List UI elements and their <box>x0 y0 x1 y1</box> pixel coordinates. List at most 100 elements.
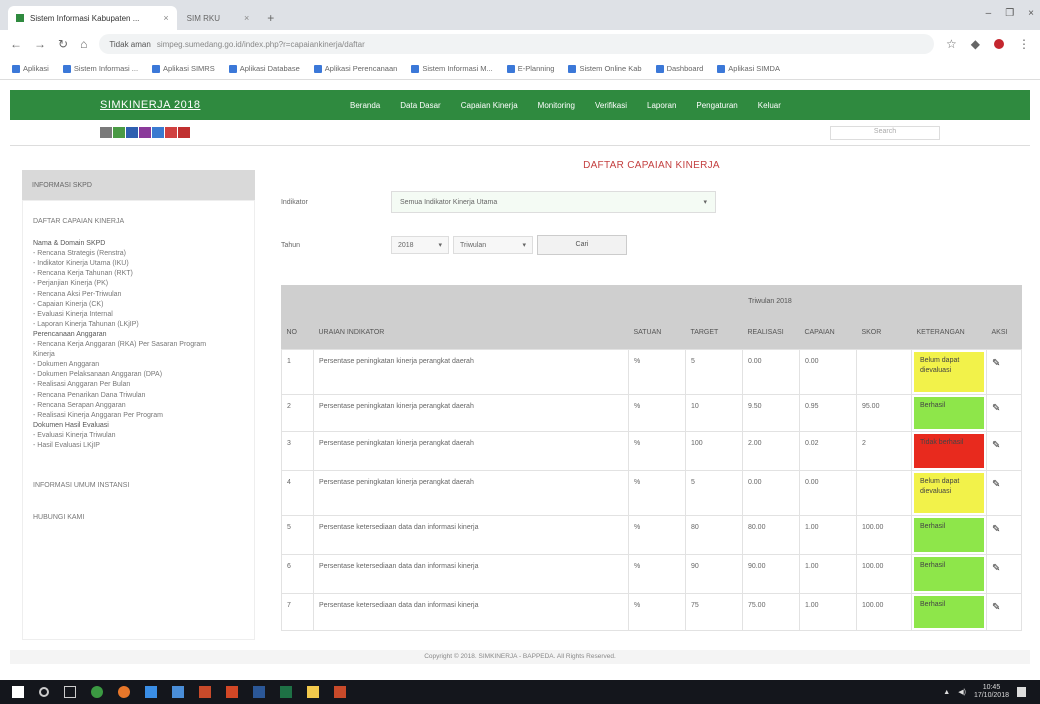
color-swatch-2[interactable] <box>113 127 125 138</box>
menu-item-data-dasar[interactable]: Data Dasar <box>400 101 440 110</box>
bookmark-item[interactable]: Dashboard <box>655 64 703 73</box>
app-icon[interactable] <box>334 686 346 698</box>
task-view-icon[interactable] <box>64 686 76 698</box>
sidebar-link[interactable]: - Rencana Kerja Tahunan (RKT) <box>33 269 244 279</box>
address-bar[interactable]: Tidak aman simpeg.sumedang.go.id/index.p… <box>99 34 934 54</box>
color-swatch-1[interactable] <box>100 127 112 138</box>
search-input[interactable]: Search <box>830 125 940 140</box>
clock[interactable]: 10:45 17/10/2018 <box>974 684 1009 700</box>
color-swatch-6[interactable] <box>165 127 177 138</box>
edit-pencil-icon[interactable]: ✎ <box>992 563 1000 574</box>
edit-pencil-icon[interactable]: ✎ <box>992 602 1000 613</box>
sidebar-link[interactable]: - Realisasi Kinerja Anggaran Per Program <box>33 411 244 421</box>
menu-item-keluar[interactable]: Keluar <box>758 101 781 110</box>
minimize-icon[interactable]: – <box>986 8 992 19</box>
maximize-icon[interactable]: ❐ <box>1005 8 1014 19</box>
app-icon[interactable] <box>199 686 211 698</box>
bookmark-item[interactable]: Aplikasi SIMRS <box>152 64 215 73</box>
back-icon[interactable]: ← <box>10 37 22 51</box>
edit-pencil-icon[interactable]: ✎ <box>992 358 1000 369</box>
menu-item-pengaturan[interactable]: Pengaturan <box>696 101 737 110</box>
sidebar-link[interactable]: - Evaluasi Kinerja Internal <box>33 310 244 320</box>
sidebar-link[interactable]: - Dokumen Anggaran <box>33 360 244 370</box>
sidebar-link[interactable]: - Rencana Penarikan Dana Triwulan <box>33 391 244 401</box>
sidebar-link[interactable]: - Indikator Kinerja Utama (IKU) <box>33 259 244 269</box>
cell-target: 10 <box>684 393 743 432</box>
menu-item-laporan[interactable]: Laporan <box>647 101 676 110</box>
table-row: 1 Persentase peningkatan kinerja perangka… <box>280 348 1022 395</box>
indikator-select[interactable]: Semua Indikator Kinerja Utama ▾ <box>390 191 716 213</box>
site-brand[interactable]: SIMKINERJA 2018 <box>100 99 350 111</box>
menu-item-monitoring[interactable]: Monitoring <box>538 101 575 110</box>
sidebar-link[interactable]: - Perjanjian Kinerja (PK) <box>33 279 244 289</box>
bookmark-item[interactable]: Aplikasi SIMDA <box>717 64 780 73</box>
sidebar-link[interactable]: - Realisasi Anggaran Per Bulan <box>33 380 244 390</box>
sidebar-link[interactable]: - Hasil Evaluasi LKjIP <box>33 441 244 451</box>
powerpoint-icon[interactable] <box>226 686 238 698</box>
chevron-down-icon: ▾ <box>703 199 707 206</box>
close-window-icon[interactable]: × <box>1028 8 1034 19</box>
search-button[interactable]: Cari <box>536 235 627 255</box>
home-icon[interactable]: ⌂ <box>80 37 87 51</box>
sidebar-link[interactable]: - Dokumen Pelaksanaan Anggaran (DPA) <box>33 370 244 380</box>
color-swatch-7[interactable] <box>178 127 190 138</box>
reload-icon[interactable]: ↻ <box>58 37 68 51</box>
edit-pencil-icon[interactable]: ✎ <box>992 440 1000 451</box>
tab-close-icon[interactable]: × <box>244 13 249 23</box>
period-select[interactable]: Triwulan ▾ <box>452 236 533 254</box>
notification-icon[interactable] <box>1017 687 1026 697</box>
extension-icon[interactable]: ◆ <box>971 37 980 51</box>
tab-close-icon[interactable]: × <box>163 13 168 23</box>
menu-item-capaian-kinerja[interactable]: Capaian Kinerja <box>461 101 518 110</box>
volume-icon[interactable]: ◀) <box>958 688 966 696</box>
edit-pencil-icon[interactable]: ✎ <box>992 524 1000 535</box>
network-icon[interactable]: ▲ <box>943 689 950 696</box>
sidebar-link[interactable]: - Rencana Strategis (Renstra) <box>33 249 244 259</box>
sidebar-link[interactable]: - Rencana Aksi Per-Triwulan <box>33 290 244 300</box>
table-header: KETERANGAN <box>911 317 987 349</box>
menu-item-verifikasi[interactable]: Verifikasi <box>595 101 627 110</box>
year-select[interactable]: 2018 ▾ <box>390 236 449 254</box>
bookmark-item[interactable]: Sistem Informasi ... <box>62 64 138 73</box>
profile-icon[interactable] <box>994 39 1004 49</box>
tab-title: Sistem Informasi Kabupaten ... <box>30 13 140 23</box>
bookmark-item[interactable]: E-Planning <box>506 64 554 73</box>
forward-icon[interactable]: → <box>34 37 46 51</box>
bookmark-item[interactable]: Aplikasi Perencanaan <box>313 64 397 73</box>
bookmark-item[interactable]: Sistem Informasi M... <box>411 64 493 73</box>
firefox-icon[interactable] <box>118 686 130 698</box>
bookmark-item[interactable]: Aplikasi Database <box>228 64 300 73</box>
excel-icon[interactable] <box>280 686 292 698</box>
sidebar-link[interactable]: - Evaluasi Kinerja Triwulan <box>33 431 244 441</box>
menu-item-beranda[interactable]: Beranda <box>350 101 380 110</box>
bookmark-item[interactable]: Sistem Online Kab <box>568 64 642 73</box>
browser-tab-active[interactable]: Sistem Informasi Kabupaten ... × <box>8 6 177 30</box>
not-secure-label: Tidak aman <box>109 39 151 49</box>
browser-tab[interactable]: SIM RKU × <box>179 6 258 30</box>
chrome-icon[interactable] <box>91 686 103 698</box>
windows-start-icon[interactable] <box>12 686 24 698</box>
sidebar-link[interactable]: - Rencana Serapan Anggaran <box>33 401 244 411</box>
color-swatch-3[interactable] <box>126 127 138 138</box>
sidebar-link[interactable]: Kinerja <box>33 350 244 360</box>
menu-dots-icon[interactable]: ⋮ <box>1018 37 1030 51</box>
star-icon[interactable]: ☆ <box>946 37 957 51</box>
search-icon[interactable] <box>39 687 49 697</box>
sidebar-footer-link[interactable]: HUBUNGI KAMI <box>33 513 244 523</box>
new-tab-button[interactable]: + <box>259 11 282 30</box>
sidebar-link[interactable]: - Rencana Kerja Anggaran (RKA) Per Sasar… <box>33 340 244 350</box>
sidebar-link-daftar-capaian[interactable]: DAFTAR CAPAIAN KINERJA <box>33 217 244 227</box>
edit-pencil-icon[interactable]: ✎ <box>992 479 1000 490</box>
sidebar-footer-link[interactable]: INFORMASI UMUM INSTANSI <box>33 481 244 491</box>
word-icon[interactable] <box>253 686 265 698</box>
color-swatch-4[interactable] <box>139 127 151 138</box>
store-icon[interactable] <box>145 686 157 698</box>
color-swatch-5[interactable] <box>152 127 164 138</box>
cell-skor <box>855 348 913 395</box>
edit-pencil-icon[interactable]: ✎ <box>992 403 1000 414</box>
sidebar-link[interactable]: - Laporan Kinerja Tahunan (LKjIP) <box>33 320 244 330</box>
bookmark-item[interactable]: Aplikasi <box>12 64 49 73</box>
file-explorer-icon[interactable] <box>307 686 319 698</box>
sidebar-link[interactable]: - Capaian Kinerja (CK) <box>33 300 244 310</box>
mail-icon[interactable] <box>172 686 184 698</box>
